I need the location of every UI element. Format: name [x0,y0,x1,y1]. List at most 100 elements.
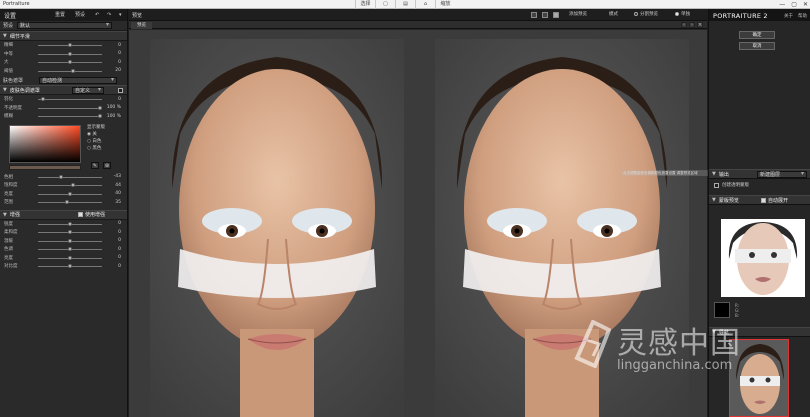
slider-track[interactable] [38,255,102,260]
original-photo[interactable] [150,39,404,417]
mask-color-swatch[interactable] [714,302,730,318]
slider-value[interactable]: 0 [118,97,121,102]
retouched-photo[interactable] [435,39,689,417]
slider-knob[interactable] [68,230,72,234]
single-view-icon[interactable] [531,12,537,18]
create-mask-checkbox[interactable]: 创建透明蒙版 [714,182,749,188]
slider-value[interactable]: 0 [118,247,121,252]
slider-track[interactable] [38,43,102,47]
navigator-header[interactable]: ▼ 导航 [709,327,810,337]
output-select[interactable]: 新建图层 [757,171,807,178]
maximize-icon[interactable]: ▢ [791,0,797,9]
split-horizontal-icon[interactable] [542,12,548,18]
skin-mask-select[interactable]: 自动检测 [39,76,117,84]
ok-button[interactable]: 确定 [739,31,775,39]
slider-track[interactable] [38,105,102,110]
slider-value[interactable]: 0 [118,51,121,56]
eyedropper-plus-icon[interactable]: ⊕ [103,161,111,169]
slider-value[interactable]: 100 % [107,114,121,119]
split-vertical-icon[interactable] [553,12,559,18]
mask-preview-header[interactable]: ▼ 蒙版预览 自动展开 [709,195,810,205]
undo-icon[interactable]: ↶ [92,11,102,19]
split-preview-radio[interactable]: 分割预览 [634,11,658,19]
slider-knob[interactable] [65,200,69,204]
slider-value[interactable]: 0 [118,255,121,260]
slider-value[interactable]: 20 [115,68,121,73]
slider-track[interactable] [38,97,102,101]
preview-canvas[interactable] [129,30,707,417]
use-enhance-checkbox[interactable]: 使用增强 [78,211,105,218]
output-header[interactable]: ▼ 输出 新建图层 [709,169,810,179]
mask-option-off[interactable]: ◉ 关 [87,131,105,138]
preset-select[interactable]: 默认 [17,22,113,29]
navigator-viewport[interactable] [729,339,789,417]
single-radio[interactable]: 单独 [675,11,690,19]
slider-knob[interactable] [68,247,72,251]
home-button[interactable]: ⌂ [415,0,435,9]
next-arrow-icon[interactable]: › [689,22,695,28]
prev-arrow-icon[interactable]: ‹ [681,22,687,28]
detail-smoothing-header[interactable]: ▼ 细节平滑 [0,31,127,41]
slider-value[interactable]: 0 [118,43,121,48]
slider-value[interactable]: -43 [114,174,121,179]
slider-knob[interactable] [68,238,72,243]
slider-track[interactable] [38,60,102,64]
slider-track[interactable] [38,174,102,179]
slider-value[interactable]: 0 [118,238,121,243]
reset-button[interactable]: 重置 [52,11,68,19]
slider-value[interactable]: 0 [118,230,121,235]
preset-button[interactable]: 预设 [72,11,88,19]
slider-knob[interactable] [98,114,102,118]
enhance-header[interactable]: ▼ 增强 使用增强 [0,209,127,220]
minimize-icon[interactable]: — [779,0,785,9]
split-view-button[interactable]: ▤ [395,0,415,9]
slider-knob[interactable] [71,183,75,187]
slider-track[interactable] [38,247,102,251]
zoom-tool-button[interactable]: 缩放 [435,0,455,9]
skin-mask-toggle[interactable] [118,88,123,93]
close-tab-icon[interactable]: × [697,22,703,28]
slider-value[interactable]: 40 [115,191,121,196]
slider-track[interactable] [38,238,102,243]
add-preview-button[interactable]: 添加预览 [569,11,587,19]
slider-knob[interactable] [98,105,102,110]
slider-value[interactable]: 0 [118,221,121,226]
slider-track[interactable] [38,191,102,196]
slider-value[interactable]: 35 [115,200,121,205]
skin-mode-select[interactable]: 自定义 [72,87,104,94]
tab-preview[interactable]: 预览 [131,22,152,29]
slider-track[interactable] [38,114,102,118]
slider-knob[interactable] [68,51,72,56]
slider-knob[interactable] [68,43,72,47]
slider-value[interactable]: 0 [118,60,121,65]
mask-option-white[interactable]: ○ 白色 [87,138,105,145]
eyedropper-icon[interactable]: ✎ [91,161,99,169]
slider-track[interactable] [38,51,102,56]
redo-icon[interactable]: ↷ [104,11,114,19]
mask-option-black[interactable]: ○ 黑色 [87,145,105,152]
slider-value[interactable]: 100 % [107,105,121,110]
slider-knob[interactable] [68,60,72,64]
slider-track[interactable] [38,230,102,234]
slider-track[interactable] [38,264,102,268]
auto-open-checkbox[interactable]: 自动展开 [761,197,788,204]
slider-knob[interactable] [59,174,63,179]
skin-tone-mask-header[interactable]: ▼ 皮肤色调遮罩 自定义 [0,85,127,95]
color-gradient-field[interactable] [9,124,81,163]
close-icon[interactable]: ✕ [803,0,808,9]
slider-knob[interactable] [41,97,45,101]
single-view-button[interactable]: ▢ [375,0,395,9]
slider-value[interactable]: 44 [115,183,121,188]
slider-track[interactable] [38,183,102,187]
slider-knob[interactable] [68,255,72,260]
slider-value[interactable]: 0 [118,264,121,269]
slider-track[interactable] [38,200,102,204]
slider-track[interactable] [38,68,102,73]
about-link[interactable]: 关于 [784,13,793,19]
slider-knob[interactable] [71,68,75,73]
slider-knob[interactable] [68,221,72,226]
menu-icon[interactable]: ▾ [116,11,125,19]
cancel-button[interactable]: 取消 [739,42,775,50]
help-link[interactable]: 帮助 [798,13,807,19]
slider-track[interactable] [38,221,102,226]
